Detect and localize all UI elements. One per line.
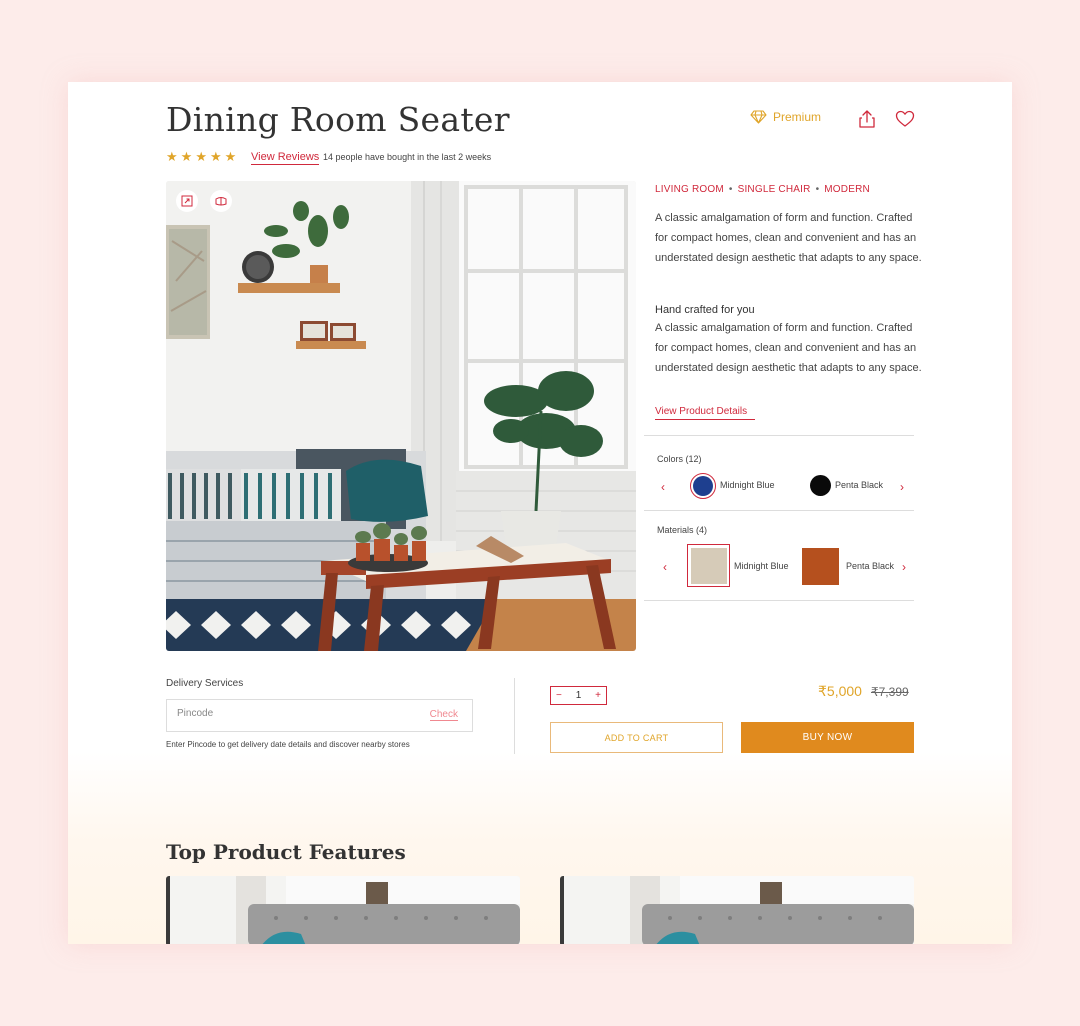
feature-image[interactable] [560, 876, 914, 944]
color-swatch [693, 476, 713, 496]
share-icon[interactable] [856, 108, 878, 130]
color-option-label: Midnight Blue [720, 480, 775, 490]
star-icon: ★ [166, 149, 178, 164]
view-product-details-link[interactable]: View Product Details [655, 406, 756, 420]
chevron-right-icon[interactable]: › [900, 480, 904, 494]
premium-badge: Premium [750, 110, 821, 124]
rating-stars: ★ ★ ★ ★ ★ [166, 149, 236, 165]
tag-separator: • [815, 184, 820, 195]
color-option-label: Penta Black [835, 480, 884, 490]
material-option[interactable] [802, 548, 839, 585]
material-option-selected[interactable] [687, 544, 730, 587]
add-to-cart-button[interactable]: ADD TO CART [550, 722, 723, 753]
star-icon: ★ [195, 149, 207, 164]
product-description: A classic amalgamation of form and funct… [655, 212, 922, 264]
delivery-services-label: Delivery Services [166, 678, 244, 689]
premium-label: Premium [773, 110, 822, 124]
materials-label: Materials (4) [657, 525, 708, 535]
divider [644, 510, 914, 511]
material-option-label: Penta Black [846, 561, 895, 571]
tag-single-chair[interactable]: SINGLE CHAIR [738, 184, 811, 195]
expand-button[interactable] [176, 190, 198, 212]
original-price: ₹7,399 [871, 685, 909, 699]
delivery-help-text: Enter Pincode to get delivery date detai… [166, 740, 410, 749]
hand-crafted-description: A classic amalgamation of form and funct… [655, 322, 922, 374]
feature-image[interactable] [166, 876, 520, 944]
tag-living-room[interactable]: LIVING ROOM [655, 184, 724, 195]
chevron-left-icon[interactable]: ‹ [661, 480, 665, 494]
page-title: Dining Room Seater [166, 100, 510, 139]
view-reviews-link[interactable]: View Reviews [251, 151, 320, 165]
color-option-penta-black[interactable] [810, 475, 831, 496]
decrement-button[interactable]: − [556, 690, 562, 701]
product-photo [166, 181, 636, 651]
feature-image-illustration [166, 876, 520, 944]
feature-image-illustration [560, 876, 914, 944]
view-360-icon [215, 197, 227, 206]
material-swatch [690, 547, 727, 584]
product-card: Dining Room Seater Premium ★ ★ ★ ★ ★ Vie… [68, 82, 1012, 944]
quantity-value[interactable]: 1 [576, 690, 582, 701]
vertical-divider [514, 678, 515, 754]
expand-icon [181, 195, 193, 207]
diamond-icon [750, 110, 767, 124]
star-icon: ★ [209, 149, 222, 164]
category-tags: LIVING ROOM • SINGLE CHAIR • MODERN [655, 184, 870, 195]
check-button[interactable]: Check [429, 709, 458, 721]
buy-now-button[interactable]: BUY NOW [741, 722, 914, 753]
price: ₹5,000 [818, 683, 862, 699]
quantity-stepper: − 1 + [550, 686, 607, 705]
divider [644, 435, 914, 436]
color-option-midnight-blue[interactable] [690, 473, 716, 499]
pincode-field: Check [166, 699, 473, 732]
divider [644, 600, 914, 601]
product-photo-illustration [166, 181, 636, 651]
star-icon: ★ [180, 149, 193, 164]
colors-label: Colors (12) [657, 454, 702, 464]
increment-button[interactable]: + [595, 690, 601, 701]
pincode-input[interactable] [177, 708, 417, 719]
chevron-left-icon[interactable]: ‹ [663, 560, 667, 574]
tag-separator: • [728, 184, 733, 195]
bought-count-text: 14 people have bought in the last 2 week… [323, 152, 492, 162]
features-heading: Top Product Features [166, 840, 406, 864]
heart-icon[interactable] [894, 108, 916, 130]
tag-modern[interactable]: MODERN [824, 184, 870, 195]
chevron-right-icon[interactable]: › [902, 560, 906, 574]
star-icon: ★ [224, 149, 237, 164]
material-option-label: Midnight Blue [734, 561, 789, 571]
view-360-button[interactable] [210, 190, 232, 212]
hand-crafted-heading: Hand crafted for you [655, 304, 755, 316]
